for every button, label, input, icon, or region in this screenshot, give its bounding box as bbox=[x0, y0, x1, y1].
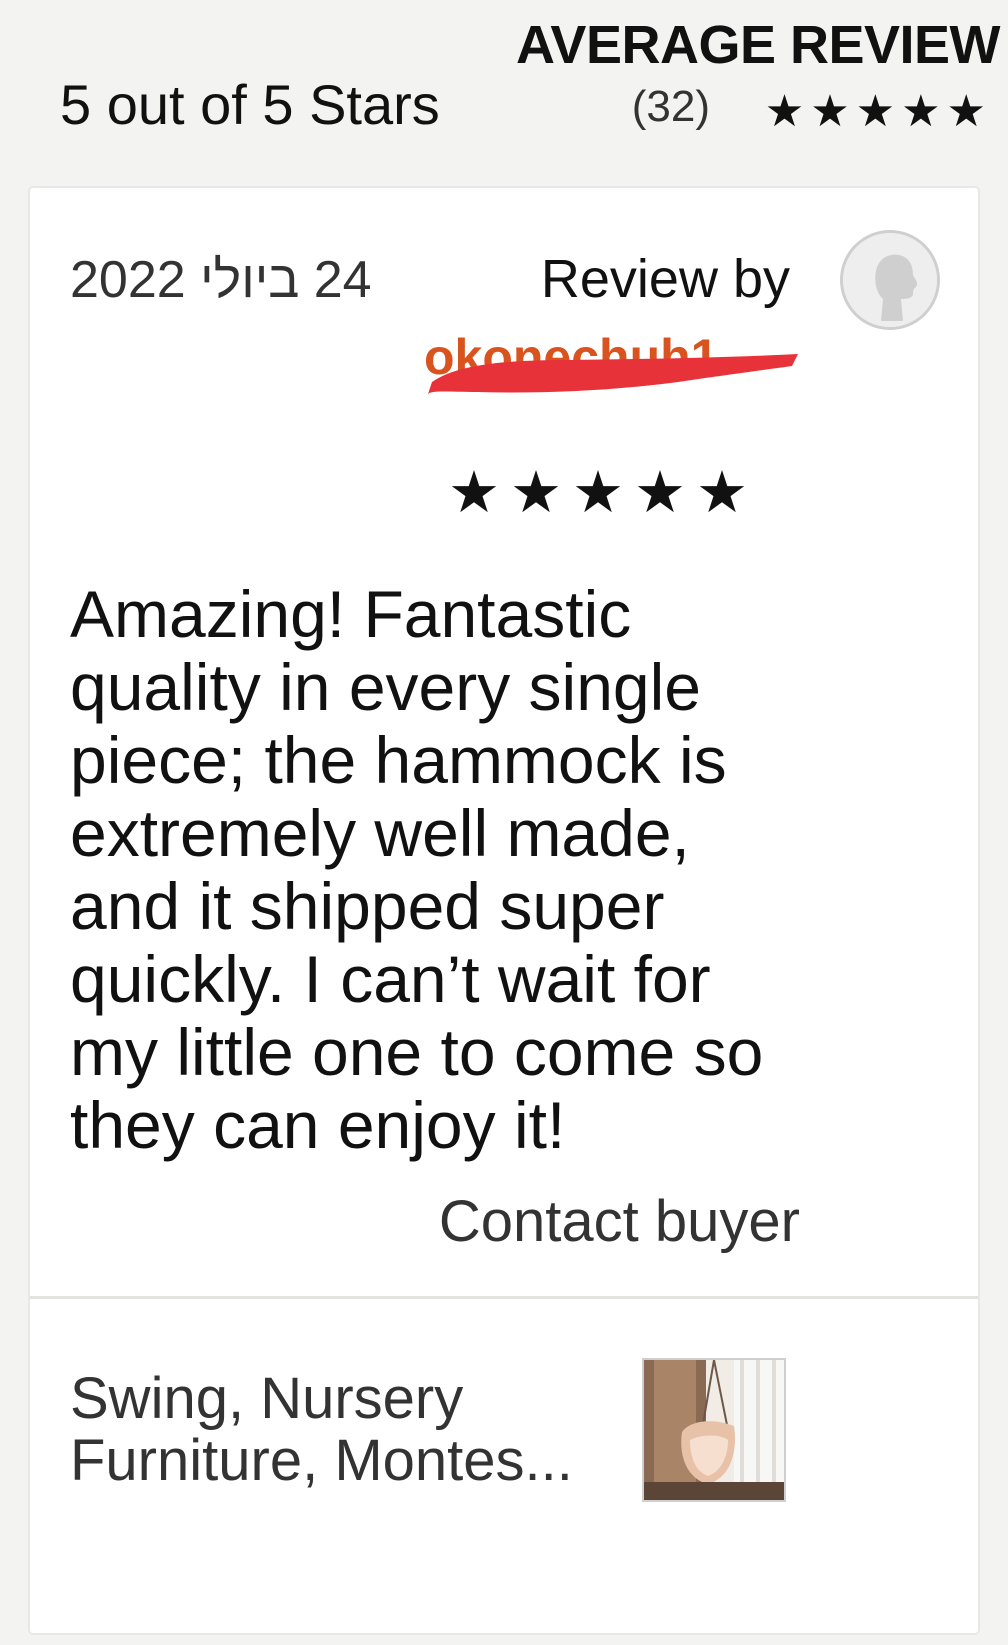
average-review-summary: 5 out of 5 Stars (32) ★★★★★ bbox=[60, 72, 992, 142]
contact-buyer-link[interactable]: Contact buyer bbox=[439, 1188, 800, 1255]
review-date: 24 ביולי 2022 bbox=[70, 251, 372, 309]
card-divider bbox=[30, 1296, 978, 1299]
product-thumbnail[interactable] bbox=[642, 1358, 786, 1502]
review-by-label: Review by bbox=[540, 249, 790, 309]
redaction-scribble bbox=[428, 354, 798, 394]
reviewer-name-link[interactable]: okonechuh1 bbox=[418, 330, 808, 400]
product-name-link[interactable]: Swing, Nursery Furniture, Montes... bbox=[70, 1368, 610, 1492]
average-rating-stars: ★★★★★ bbox=[764, 87, 992, 136]
review-rating-stars: ★★★★★ bbox=[448, 460, 758, 525]
average-review-title: AVERAGE REVIEW bbox=[515, 15, 1001, 75]
review-text: Amazing! Fantastic quality in every sing… bbox=[70, 577, 764, 1162]
default-user-avatar-icon bbox=[843, 233, 937, 327]
product-thumbnail-image bbox=[644, 1360, 784, 1500]
review-card: 24 ביולי 2022 Review by okonechuh1 ★★★★★… bbox=[30, 188, 978, 1633]
reviewer-avatar[interactable] bbox=[840, 230, 940, 330]
review-count[interactable]: (32) bbox=[632, 82, 710, 132]
average-rating-text: 5 out of 5 Stars bbox=[60, 73, 440, 136]
